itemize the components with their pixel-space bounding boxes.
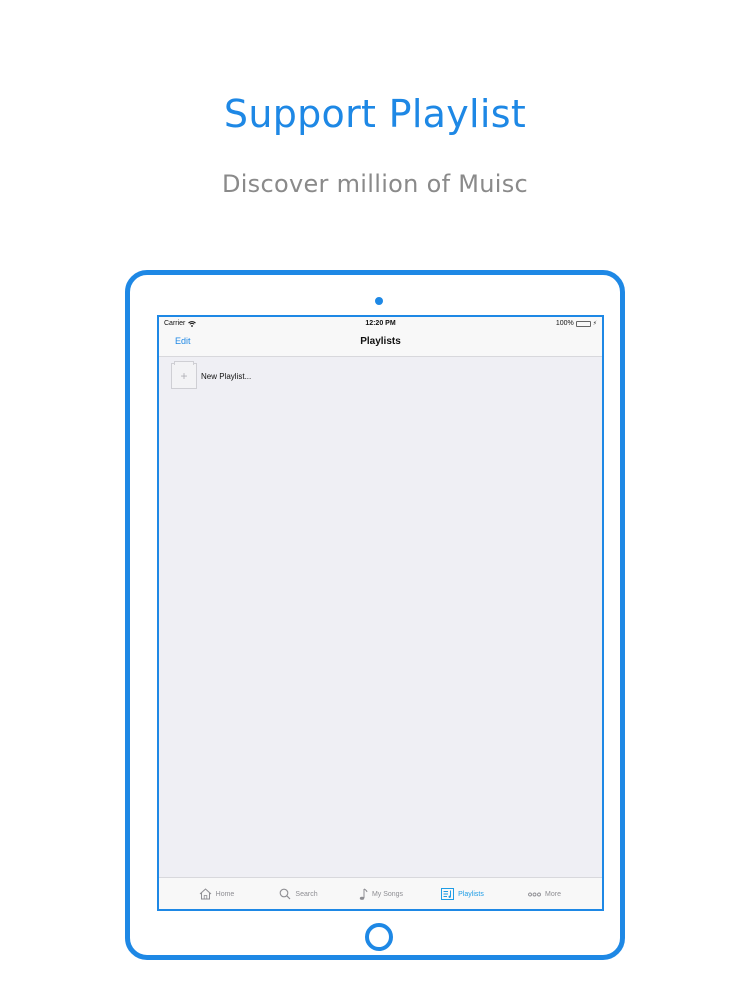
edit-button[interactable]: Edit — [175, 336, 191, 346]
more-icon — [528, 892, 541, 896]
tab-more[interactable]: More — [504, 878, 586, 909]
camera-dot — [375, 297, 383, 305]
promo-subline: Discover million of Muisc — [221, 170, 529, 198]
charging-icon: ⚡ — [592, 321, 597, 327]
tab-search[interactable]: Search — [258, 878, 340, 909]
new-playlist-label: New Playlist... — [201, 371, 252, 381]
playlist-icon — [441, 888, 455, 900]
add-playlist-icon: + — [171, 361, 197, 389]
ipad-frame: Carrier 12:20 PM 100% ⚡ Edit Playlists +… — [125, 270, 625, 960]
home-icon — [199, 888, 211, 900]
navigation-bar: Carrier 12:20 PM 100% ⚡ Edit Playlists — [159, 317, 602, 357]
battery-percent: 100% — [555, 320, 574, 327]
search-icon — [280, 888, 291, 900]
tab-playlists[interactable]: Playlists — [422, 878, 504, 909]
new-playlist-row[interactable]: + New Playlist... — [171, 361, 252, 390]
promo-headline: Support Playlist — [223, 92, 527, 136]
tab-my-songs[interactable]: My Songs — [340, 878, 422, 909]
status-time: 12:20 PM — [365, 320, 396, 327]
tab-more-label: More — [545, 890, 561, 898]
status-battery: 100% ⚡ — [556, 320, 597, 327]
app-screen: Carrier 12:20 PM 100% ⚡ Edit Playlists +… — [157, 315, 604, 911]
tab-home[interactable]: Home — [176, 878, 258, 909]
tab-my-songs-label: My Songs — [371, 890, 404, 898]
tab-playlists-label: Playlists — [458, 890, 484, 898]
music-note-icon — [359, 888, 368, 900]
tab-home-label: Home — [215, 890, 235, 898]
page-title: Playlists — [360, 336, 401, 347]
tab-bar: Home Search My Songs Playlists More — [159, 877, 602, 909]
home-button[interactable] — [365, 923, 393, 951]
battery-icon — [575, 320, 591, 327]
tab-search-label: Search — [295, 890, 318, 898]
